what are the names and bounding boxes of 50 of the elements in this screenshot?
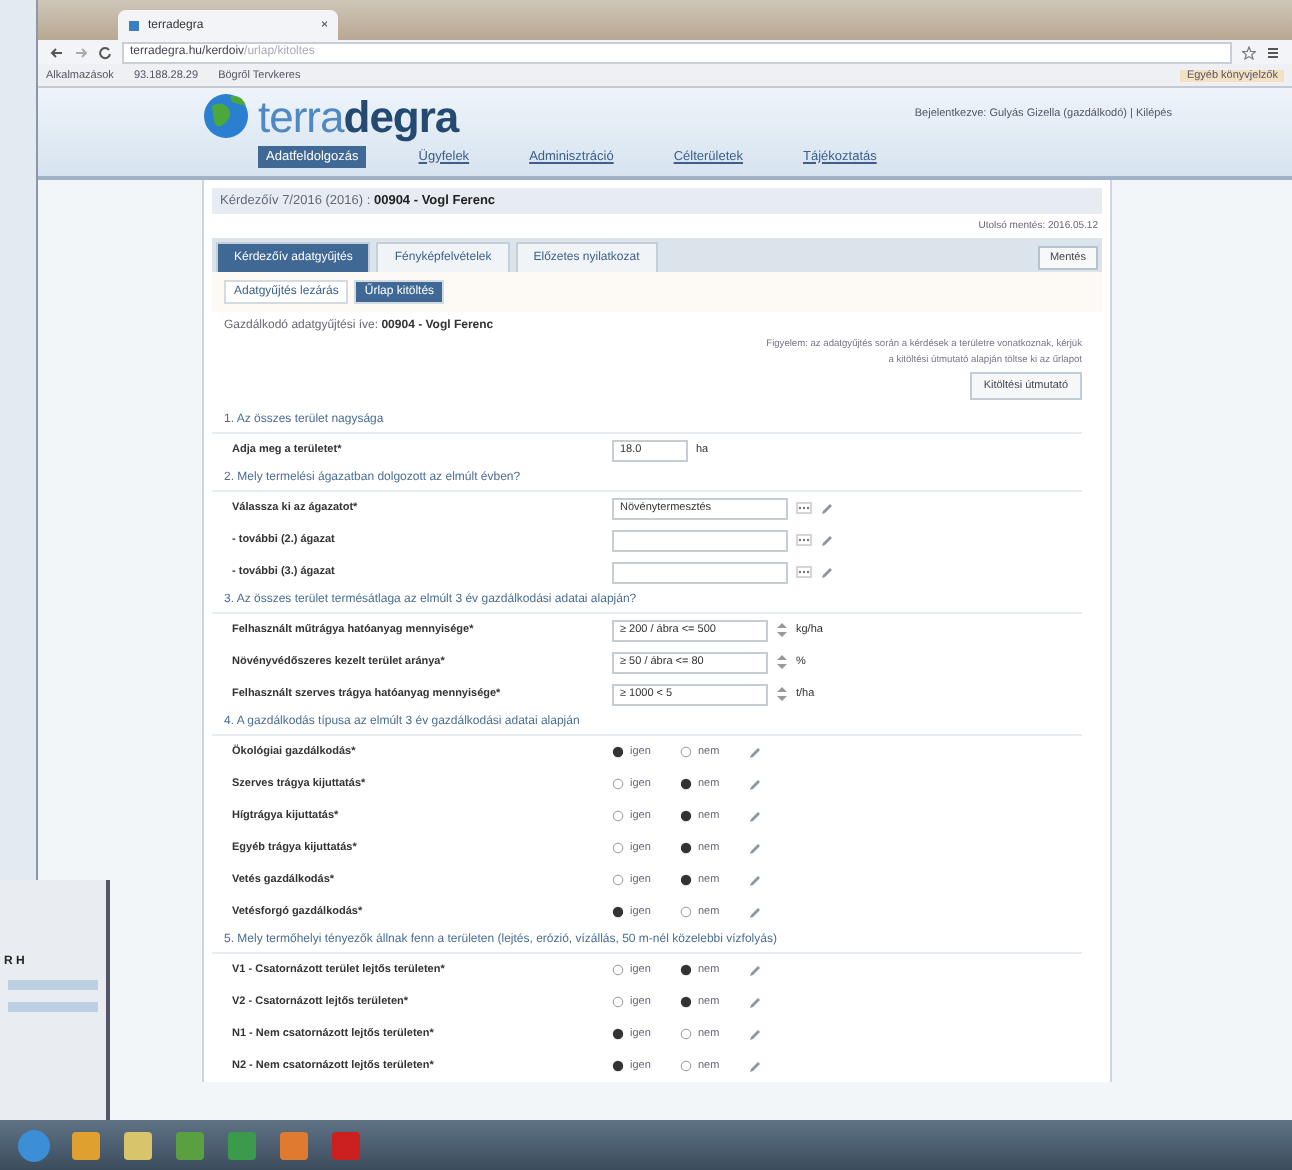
pencil-icon[interactable] bbox=[748, 841, 762, 855]
radio-icon[interactable] bbox=[680, 1060, 692, 1072]
dots-icon[interactable] bbox=[796, 502, 812, 514]
radio-selected-icon[interactable] bbox=[680, 874, 692, 886]
select-field[interactable] bbox=[612, 529, 788, 551]
spinner-icon[interactable] bbox=[776, 622, 788, 638]
menu-icon[interactable] bbox=[1266, 45, 1280, 59]
radio-selected-icon[interactable] bbox=[680, 996, 692, 1008]
dots-icon[interactable] bbox=[796, 566, 812, 578]
pencil-icon[interactable] bbox=[748, 963, 762, 977]
reload-icon[interactable] bbox=[98, 45, 112, 59]
radio-selected-icon[interactable] bbox=[680, 964, 692, 976]
back-icon[interactable] bbox=[50, 45, 64, 59]
pencil-icon[interactable] bbox=[820, 565, 834, 579]
radio-icon[interactable] bbox=[612, 778, 624, 790]
select-field[interactable] bbox=[612, 561, 788, 583]
radio-icon[interactable] bbox=[612, 874, 624, 886]
pencil-icon[interactable] bbox=[748, 873, 762, 887]
radio-icon[interactable] bbox=[612, 996, 624, 1008]
pencil-icon[interactable] bbox=[748, 777, 762, 791]
page-icon bbox=[128, 19, 140, 31]
pencil-icon[interactable] bbox=[748, 1059, 762, 1073]
radio-icon[interactable] bbox=[612, 810, 624, 822]
pencil-icon[interactable] bbox=[748, 1027, 762, 1041]
spinner-icon[interactable] bbox=[776, 686, 788, 702]
radio-icon[interactable] bbox=[680, 1028, 692, 1040]
radio-icon[interactable] bbox=[612, 964, 624, 976]
radio-selected-icon[interactable] bbox=[612, 746, 624, 758]
radio-selected-icon[interactable] bbox=[612, 906, 624, 918]
pencil-icon[interactable] bbox=[748, 995, 762, 1009]
radio-selected-icon[interactable] bbox=[612, 1028, 624, 1040]
forward-icon[interactable] bbox=[74, 45, 88, 59]
radio-icon[interactable] bbox=[680, 746, 692, 758]
star-icon[interactable] bbox=[1242, 45, 1256, 59]
pencil-icon[interactable] bbox=[820, 501, 834, 515]
globe-logo-icon bbox=[202, 88, 250, 140]
radio-selected-icon[interactable] bbox=[680, 810, 692, 822]
radio-icon[interactable] bbox=[612, 842, 624, 854]
radio-selected-icon[interactable] bbox=[612, 1060, 624, 1072]
start-orb-icon[interactable] bbox=[16, 1127, 52, 1163]
pencil-icon[interactable] bbox=[748, 745, 762, 759]
radio-selected-icon[interactable] bbox=[680, 778, 692, 790]
spinner-icon[interactable] bbox=[776, 654, 788, 670]
logo-text: terradegra bbox=[258, 96, 459, 140]
radio-selected-icon[interactable] bbox=[680, 842, 692, 854]
dots-icon[interactable] bbox=[796, 534, 812, 546]
pencil-icon[interactable] bbox=[748, 809, 762, 823]
pencil-icon[interactable] bbox=[748, 905, 762, 919]
pencil-icon[interactable] bbox=[820, 533, 834, 547]
radio-icon[interactable] bbox=[680, 906, 692, 918]
